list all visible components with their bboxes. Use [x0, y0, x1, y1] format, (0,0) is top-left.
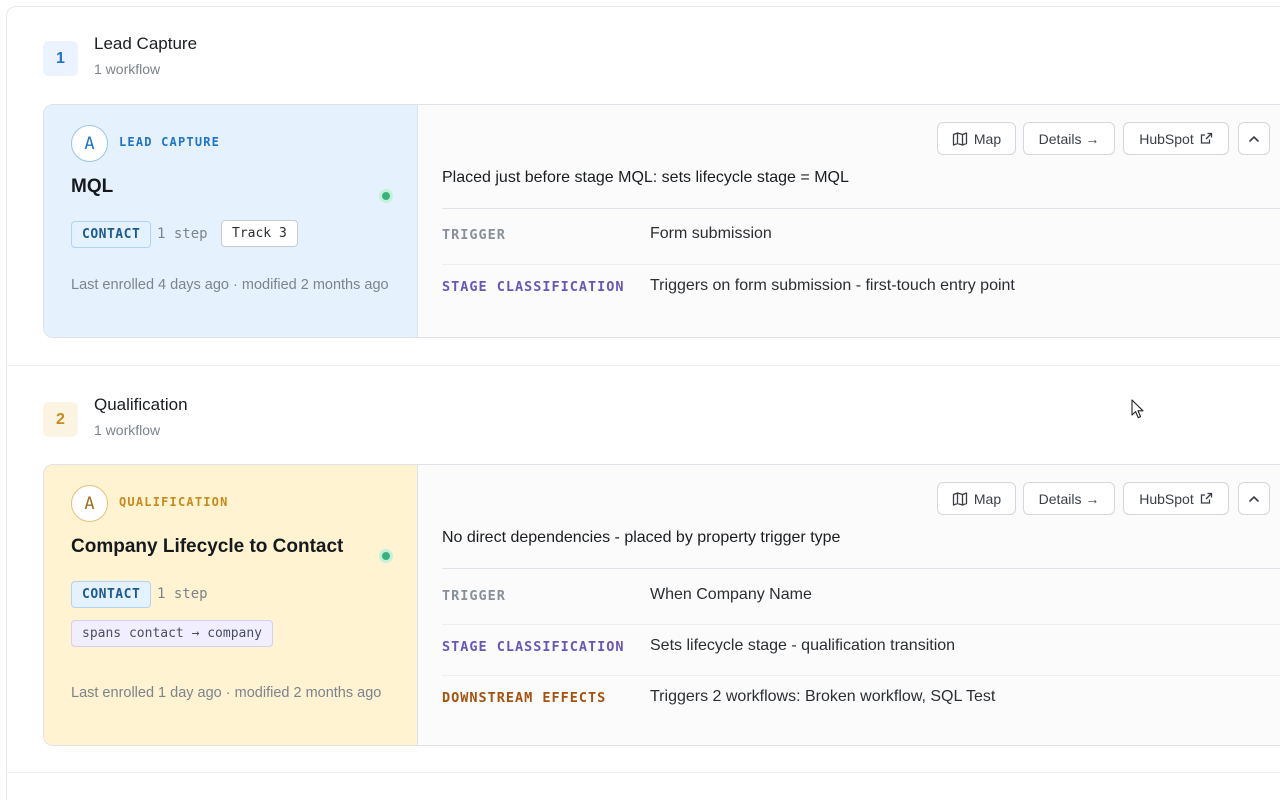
workflow-card-company-lifecycle: A QUALIFICATION Company Lifecycle to Con…: [43, 464, 1280, 746]
detail-value: Form submission: [650, 225, 772, 242]
workflow-detail-panel: Map Details → HubSpot Placed just before…: [418, 105, 1280, 337]
workflow-category-label: LEAD CAPTURE: [119, 135, 221, 149]
placement-description: Placed just before stage MQL: sets lifec…: [442, 169, 849, 186]
map-button-label: Map: [973, 490, 1002, 507]
map-button[interactable]: Map: [937, 122, 1016, 155]
stage-header-qualification: 2 Qualification 1 workflow: [43, 395, 643, 452]
stage-number-badge: 1: [43, 41, 78, 76]
detail-row-stage-classification: STAGE CLASSIFICATION Sets lifecycle stag…: [442, 624, 1280, 675]
map-icon: [952, 491, 968, 506]
workflow-category-label: QUALIFICATION: [119, 495, 229, 509]
stage-title: Lead Capture: [94, 34, 198, 53]
details-button[interactable]: Details →: [1023, 122, 1115, 155]
stage-workflow-count: 1 workflow: [94, 422, 161, 438]
detail-divider: [442, 208, 1280, 209]
stage-header-lead-capture: 1 Lead Capture 1 workflow: [43, 34, 643, 91]
external-link-icon: [1200, 132, 1212, 144]
chevron-up-icon: [1249, 495, 1259, 502]
detail-key: TRIGGER: [442, 588, 506, 604]
external-link-icon: [1200, 492, 1212, 504]
hubspot-button[interactable]: HubSpot: [1123, 482, 1229, 515]
hubspot-button-label: HubSpot: [1139, 490, 1194, 507]
active-status-dot: [379, 189, 393, 203]
enrollment-info: Last enrolled 4 days ago · modified 2 mo…: [71, 277, 389, 293]
detail-value: Triggers on form submission - first-touc…: [650, 277, 1015, 294]
detail-row-trigger: TRIGGER Form submission: [442, 213, 1280, 264]
detail-value: Triggers 2 workflows: Broken workflow, S…: [650, 688, 996, 705]
detail-key: TRIGGER: [442, 227, 506, 243]
details-button-label: Details →: [1038, 490, 1100, 507]
detail-key: DOWNSTREAM EFFECTS: [442, 690, 607, 706]
stage-number-badge: 2: [43, 402, 78, 437]
object-type-chip: CONTACT: [71, 221, 152, 248]
hubspot-button[interactable]: HubSpot: [1123, 122, 1229, 155]
stage-title: Qualification: [94, 395, 188, 414]
workflow-avatar: A: [71, 125, 108, 162]
stage-separator: [6, 365, 1280, 366]
placement-description: No direct dependencies - placed by prope…: [442, 529, 841, 546]
workflow-card-mql: A LEAD CAPTURE MQL CONTACT 1 step Track …: [43, 104, 1280, 338]
map-button[interactable]: Map: [937, 482, 1016, 515]
mouse-cursor-icon: [1131, 399, 1144, 419]
workflow-detail-panel: Map Details → HubSpot No direct dependen…: [418, 465, 1280, 745]
workflow-title[interactable]: MQL: [71, 176, 113, 198]
detail-key: STAGE CLASSIFICATION: [442, 639, 625, 655]
map-icon: [952, 131, 968, 146]
collapse-button[interactable]: [1238, 482, 1270, 515]
step-count: 1 step: [157, 226, 208, 242]
workflow-summary-panel[interactable]: A LEAD CAPTURE MQL CONTACT 1 step Track …: [44, 105, 418, 337]
detail-row-stage-classification: STAGE CLASSIFICATION Triggers on form su…: [442, 264, 1280, 315]
details-button-label: Details →: [1038, 130, 1100, 147]
workflow-avatar: A: [71, 485, 108, 522]
spans-relation-chip: spans contact → company: [71, 620, 274, 647]
collapse-button[interactable]: [1238, 122, 1270, 155]
step-count: 1 step: [157, 586, 208, 602]
detail-value: Sets lifecycle stage - qualification tra…: [650, 637, 956, 654]
track-chip: Track 3: [221, 220, 298, 247]
object-type-chip: CONTACT: [71, 581, 152, 608]
workflow-title[interactable]: Company Lifecycle to Contact: [71, 536, 343, 558]
active-status-dot: [379, 549, 393, 563]
enrollment-info: Last enrolled 1 day ago · modified 2 mon…: [71, 685, 382, 701]
map-button-label: Map: [973, 130, 1002, 147]
chevron-up-icon: [1249, 135, 1259, 142]
details-button[interactable]: Details →: [1023, 482, 1115, 515]
stage-separator: [6, 772, 1280, 773]
detail-row-downstream-effects: DOWNSTREAM EFFECTS Triggers 2 workflows:…: [442, 675, 1280, 726]
detail-key: STAGE CLASSIFICATION: [442, 279, 625, 295]
detail-divider: [442, 568, 1280, 569]
detail-value: When Company Name: [650, 586, 812, 603]
workflow-summary-panel[interactable]: A QUALIFICATION Company Lifecycle to Con…: [44, 465, 418, 745]
detail-row-trigger: TRIGGER When Company Name: [442, 574, 1280, 625]
stage-workflow-count: 1 workflow: [94, 61, 161, 77]
hubspot-button-label: HubSpot: [1139, 130, 1194, 147]
